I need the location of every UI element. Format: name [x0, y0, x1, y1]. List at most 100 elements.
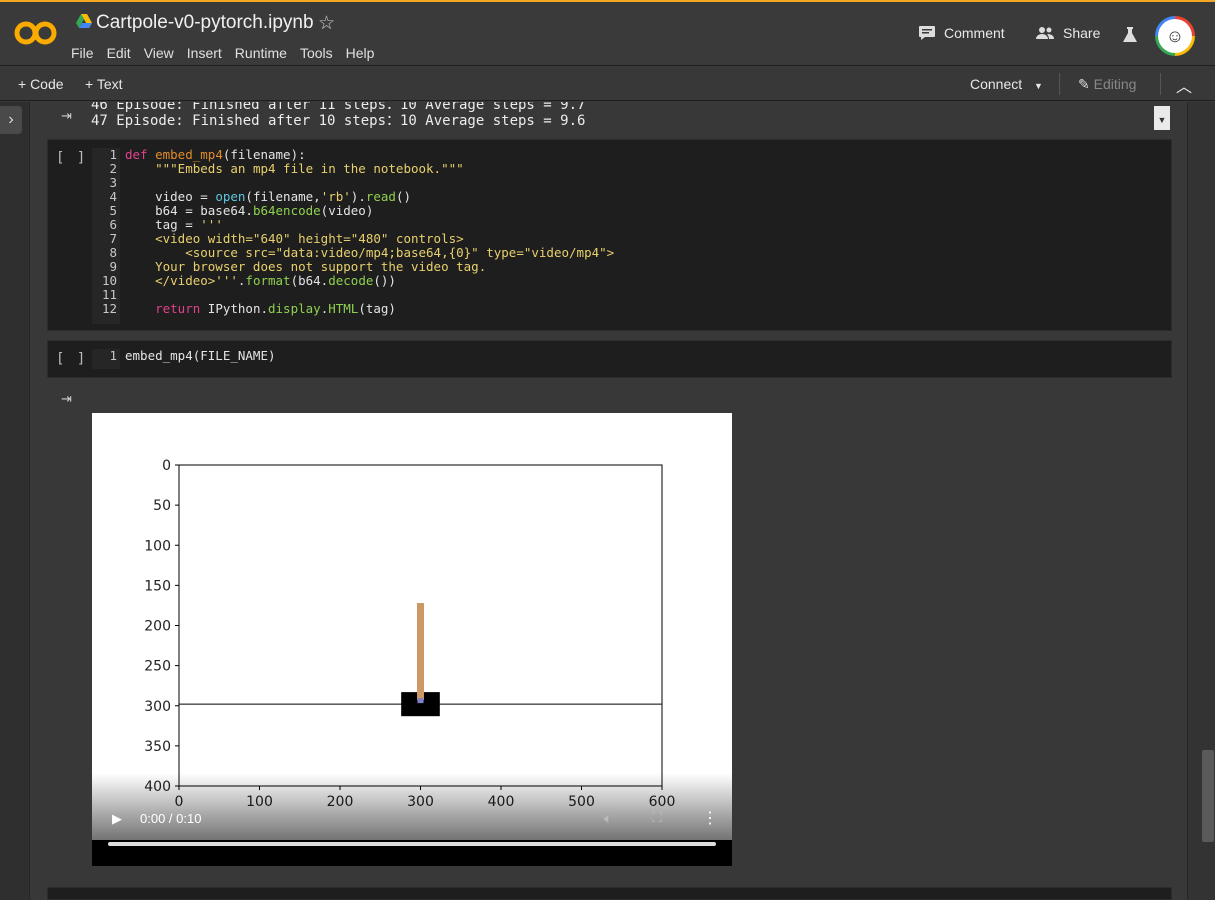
connect-label: Connect [970, 76, 1023, 92]
volume-icon[interactable]: 🔈︎ [604, 810, 612, 827]
code-token: Your browser does not support the video … [125, 259, 487, 274]
code-token: ()) [373, 273, 396, 288]
menu-edit[interactable]: Edit [107, 45, 131, 61]
run-cell-button[interactable]: [ ] [56, 351, 87, 367]
line-number: 7 [109, 231, 117, 246]
video-time: 0:00 / 0:10 [140, 811, 202, 826]
code-token: open [215, 189, 246, 204]
code-token: read [365, 189, 396, 204]
menu-view[interactable]: View [144, 45, 174, 61]
toolbar-divider [1059, 73, 1060, 95]
comment-icon [919, 26, 935, 40]
y-tick-label: 100 [144, 538, 171, 554]
code-line: b64 = base64.b64encode(video) [125, 204, 614, 218]
y-tick-label: 200 [144, 619, 171, 635]
code-token: IPython. [200, 301, 268, 316]
code-token: 'rb' [320, 189, 351, 204]
expand-sidebar-button[interactable]: › [0, 106, 22, 134]
line-number: 3 [109, 175, 117, 190]
code-token: ). [350, 189, 366, 204]
line-number-gutter: 1 2 3 4 5 6 7 8 9 10 11 12 [92, 148, 120, 324]
output-icon[interactable]: ⇥ [61, 391, 72, 407]
fullscreen-icon[interactable]: ⛶ [652, 809, 662, 826]
editing-button[interactable]: ✎ Editing [1078, 76, 1136, 93]
code-line: video = open(filename,'rb').read() [125, 190, 614, 204]
code-token: (video) [320, 203, 374, 218]
y-tick-label: 150 [144, 578, 171, 594]
axle [417, 698, 424, 704]
play-icon[interactable]: ▶ [112, 811, 122, 827]
output-scroll-button[interactable]: ▼ [1154, 106, 1170, 130]
code-cell[interactable] [47, 887, 1172, 900]
comment-label: Comment [944, 25, 1005, 41]
y-tick-label: 50 [153, 498, 171, 514]
code-token: b64 = base64. [125, 203, 253, 218]
y-tick-label: 250 [144, 659, 171, 675]
y-tick-label: 300 [144, 699, 171, 715]
more-options-icon[interactable]: ⋮ [702, 808, 718, 828]
code-token: (b64. [290, 273, 329, 288]
code-token: """Embeds an mp4 file in the notebook.""… [155, 161, 464, 176]
code-token: <video width="640" height="480" controls… [125, 231, 464, 246]
share-button[interactable]: Share [1035, 25, 1100, 41]
code-line: <source src="data:video/mp4;base64,{0}" … [125, 246, 614, 260]
run-cell-button[interactable]: [ ] [56, 150, 87, 166]
line-number: 5 [109, 203, 117, 218]
code-line: return IPython.display.HTML(tag) [125, 302, 614, 316]
code-editor[interactable]: def embed_mp4(filename): """Embeds an mp… [125, 148, 614, 316]
avatar[interactable]: ☺ [1155, 16, 1195, 56]
output-icon[interactable]: ⇥ [61, 108, 72, 124]
code-token: def [125, 147, 148, 162]
line-number: 4 [109, 189, 117, 204]
menu-file[interactable]: File [71, 45, 94, 61]
add-text-button[interactable]: + Text [85, 76, 123, 92]
menu-tools[interactable]: Tools [300, 45, 333, 61]
code-editor[interactable]: embed_mp4(FILE_NAME) [125, 349, 276, 363]
code-token: <source src="data:video/mp4;base64,{0}" … [125, 245, 615, 260]
code-token: </video>''' [125, 273, 238, 288]
colab-logo[interactable] [14, 18, 58, 48]
notebook-title[interactable]: Cartpole-v0-pytorch.ipynb [96, 12, 314, 34]
pencil-icon: ✎ [1078, 76, 1090, 92]
code-cell[interactable]: [ ] 1 embed_mp4(FILE_NAME) [47, 340, 1172, 378]
line-number: 10 [101, 273, 117, 288]
line-number: 2 [109, 161, 117, 176]
video-progress-track[interactable] [108, 842, 716, 846]
chevron-down-icon: ▼ [1034, 81, 1043, 91]
star-icon[interactable]: ☆ [318, 12, 335, 35]
flask-icon[interactable] [1122, 26, 1138, 44]
y-tick-label: 0 [162, 458, 171, 474]
menu-insert[interactable]: Insert [187, 45, 222, 61]
line-number: 12 [101, 301, 117, 316]
menu-runtime[interactable]: Runtime [235, 45, 287, 61]
code-token: () [395, 189, 412, 204]
editing-label: Editing [1093, 76, 1137, 92]
code-token: (filename, [245, 189, 321, 204]
google-drive-icon [76, 14, 92, 28]
left-rail [0, 102, 30, 900]
code-token: embed_mp4 [155, 147, 223, 162]
toolbar-divider [1160, 73, 1161, 95]
code-line: tag = ''' [125, 218, 614, 232]
line-number: 1 [109, 147, 117, 162]
notebook-toolbar: + Code + Text Connect ▼ ✎ Editing ︿ [0, 67, 1215, 101]
code-token: format [245, 273, 291, 288]
video-player[interactable]: 0100200300400500600050100150200250300350… [92, 413, 732, 866]
code-cell[interactable]: [ ] 1 2 3 4 5 6 7 8 9 10 11 12 def embed… [47, 139, 1172, 331]
connect-button[interactable]: Connect ▼ [970, 76, 1043, 92]
chevron-up-icon[interactable]: ︿ [1176, 73, 1192, 97]
menu-help[interactable]: Help [346, 45, 375, 61]
code-line: def embed_mp4(filename): [125, 148, 614, 162]
code-token: (tag) [358, 301, 396, 316]
code-token: HTML [328, 301, 359, 316]
scrollbar-thumb[interactable] [1202, 750, 1214, 842]
video-controls-overlay [92, 773, 732, 840]
comment-button[interactable]: Comment [918, 25, 1005, 41]
add-code-button[interactable]: + Code [18, 76, 64, 92]
code-token: video = [125, 189, 216, 204]
